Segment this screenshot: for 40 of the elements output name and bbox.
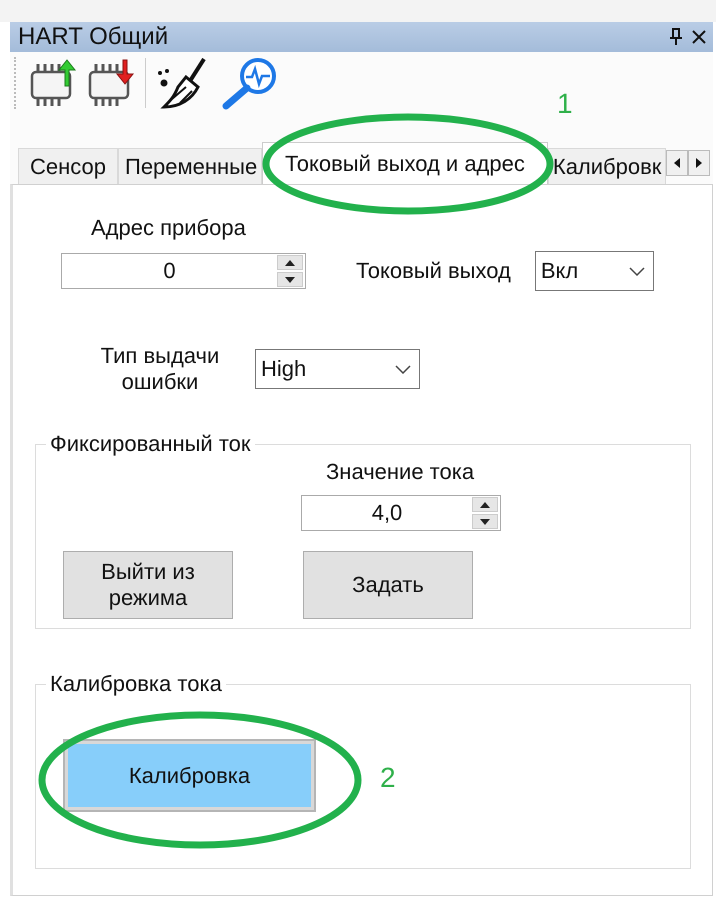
left-triangle-icon	[674, 158, 680, 168]
annotation-number: 2	[380, 762, 396, 794]
right-triangle-icon	[696, 158, 702, 168]
tab[interactable]: Сенсор	[18, 148, 118, 184]
spin-up-button[interactable]	[472, 497, 498, 512]
down-triangle-icon	[480, 518, 490, 524]
dropdown[interactable]: High	[255, 349, 420, 389]
action-button[interactable]: Задать	[303, 551, 473, 619]
dropdown[interactable]: Вкл	[534, 251, 654, 291]
pin-icon[interactable]	[669, 28, 683, 46]
tab-scroll-right-button[interactable]	[688, 150, 710, 176]
field-label: Адрес прибора	[91, 215, 247, 241]
tab[interactable]: Переменные	[118, 148, 262, 184]
group-title: Фиксированный ток	[49, 431, 252, 457]
up-triangle-icon	[285, 260, 295, 266]
chevron-icon	[395, 364, 411, 374]
spin-box[interactable]: 0	[61, 253, 306, 289]
field-label: Токовый выход	[356, 258, 511, 284]
window-title: HART Общий	[18, 23, 170, 51]
number-field[interactable]: 0	[62, 257, 277, 285]
action-button[interactable]: Выйти из режима	[63, 551, 233, 619]
tab[interactable]: Калибровк	[548, 148, 666, 184]
chevron-icon	[628, 266, 645, 276]
up-triangle-icon	[480, 502, 490, 508]
spin-box[interactable]: 4,0	[301, 495, 501, 531]
spin-up-button[interactable]	[277, 255, 303, 270]
annotation-number: 1	[557, 88, 573, 120]
spin-down-button[interactable]	[472, 514, 498, 529]
group-title: Калибровка тока	[49, 671, 223, 697]
tab-scroll-left-button[interactable]	[666, 150, 688, 176]
number-field[interactable]: 4,0	[302, 499, 472, 527]
chip-download-icon[interactable]	[87, 58, 135, 108]
chip-upload-icon[interactable]	[29, 58, 77, 108]
spin-down-button[interactable]	[277, 272, 303, 287]
calibrate-button[interactable]: Калибровка	[63, 739, 316, 812]
tab[interactable]: Токовый выход и адрес	[262, 142, 548, 184]
field-label: Тип выдачи ошибки	[100, 343, 220, 395]
close-icon[interactable]	[691, 29, 707, 45]
field-label: Значение тока	[326, 459, 476, 485]
down-triangle-icon	[285, 276, 295, 282]
